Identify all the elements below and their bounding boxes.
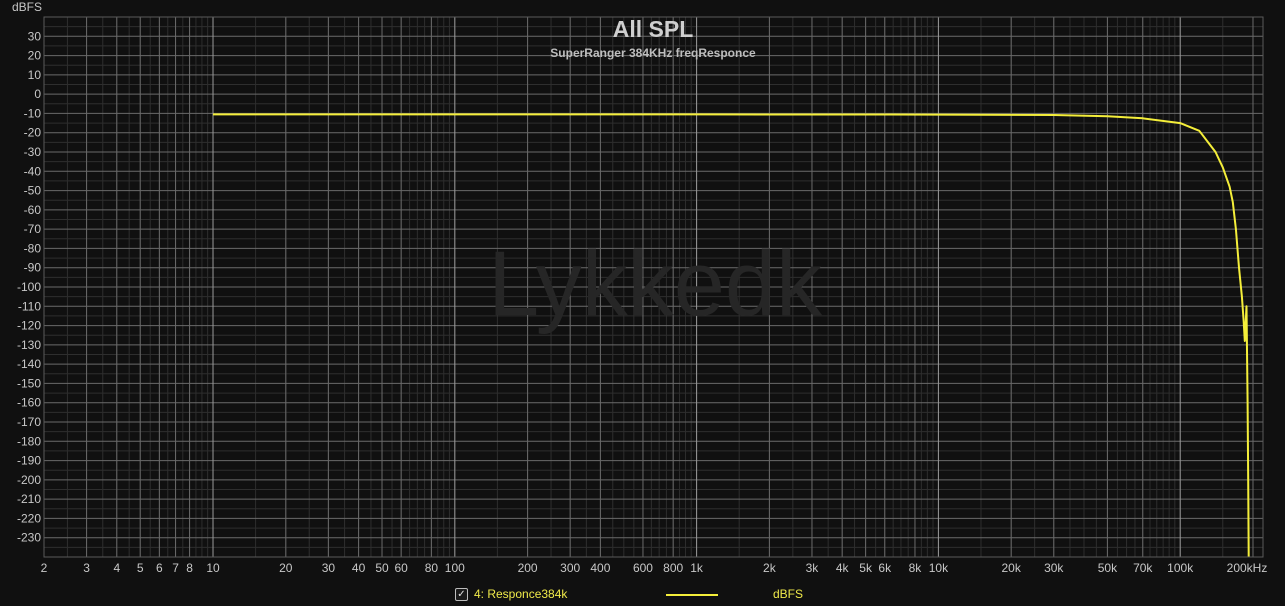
- x-tick-label: 100: [445, 561, 465, 575]
- y-tick-label: -40: [24, 164, 42, 178]
- y-tick-label: -200: [17, 473, 41, 487]
- y-tick-label: -70: [24, 222, 42, 236]
- y-tick-label: 0: [34, 87, 41, 101]
- legend-unit-label: dBFS: [773, 587, 804, 601]
- y-tick-label: -130: [17, 338, 41, 352]
- y-tick-label: 30: [28, 29, 42, 43]
- series-toggle-checkbox[interactable]: ✓: [455, 588, 468, 601]
- x-tick-label: 4: [113, 561, 120, 575]
- y-tick-label: 20: [28, 49, 42, 63]
- y-tick-labels: 30 20 10 0 -10 -20 -30 -40 -50 -60 -70 -80 -90 -100 -1…: [17, 29, 41, 544]
- y-tick-label: -150: [17, 376, 41, 390]
- y-tick-label: -120: [17, 319, 41, 333]
- x-tick-label: 70k: [1133, 561, 1153, 575]
- x-tick-label: 6: [156, 561, 163, 575]
- watermark: Lykkedk: [488, 233, 823, 335]
- y-tick-label: 10: [28, 68, 42, 82]
- x-tick-label: 30k: [1044, 561, 1064, 575]
- x-tick-label: 4k: [836, 561, 850, 575]
- x-tick-label: 400: [590, 561, 610, 575]
- y-tick-label: -180: [17, 434, 41, 448]
- legend-line-swatch: [666, 594, 718, 596]
- y-tick-label: -160: [17, 396, 41, 410]
- y-tick-label: -10: [24, 106, 42, 120]
- legend-series-label: 4: Responce384k: [474, 587, 568, 601]
- y-tick-label: -80: [24, 241, 42, 255]
- x-tick-label: 40: [352, 561, 366, 575]
- x-tick-label: 20k: [1002, 561, 1022, 575]
- x-tick-label: 1k: [690, 561, 704, 575]
- frequency-response-chart: Lykkedk All SPL SuperRanger 384KHz freqR…: [12, 0, 1268, 575]
- x-tick-label: 2: [41, 561, 48, 575]
- x-tick-label: 60: [394, 561, 408, 575]
- legend: ✓ 4: Responce384k dBFS: [0, 584, 1285, 606]
- x-tick-label: 3k: [806, 561, 820, 575]
- y-tick-label: -190: [17, 454, 41, 468]
- x-tick-label: 200: [518, 561, 538, 575]
- x-tick-label: 3: [83, 561, 90, 575]
- y-tick-label: -110: [18, 299, 41, 313]
- x-tick-label: 20: [279, 561, 293, 575]
- y-tick-label: -170: [17, 415, 41, 429]
- x-tick-label: 8k: [909, 561, 923, 575]
- y-tick-label: -50: [24, 184, 42, 198]
- x-tick-label: 7: [172, 561, 179, 575]
- x-tick-label: 6k: [878, 561, 892, 575]
- y-tick-label: -20: [24, 126, 42, 140]
- chart-title: All SPL: [613, 16, 694, 42]
- y-tick-label: -90: [24, 261, 42, 275]
- x-tick-label: 10k: [929, 561, 949, 575]
- x-tick-label: 600: [633, 561, 653, 575]
- x-tick-label: 5k: [859, 561, 873, 575]
- x-tick-label: 100k: [1167, 561, 1194, 575]
- chart-subtitle: SuperRanger 384KHz freqResponce: [550, 46, 756, 60]
- x-tick-label: 5: [137, 561, 144, 575]
- x-tick-label: 10: [206, 561, 220, 575]
- x-tick-label: 30: [322, 561, 336, 575]
- y-tick-label: -230: [17, 531, 41, 545]
- y-tick-label: -100: [17, 280, 41, 294]
- x-tick-labels: 2 3 4 5 6 7 8 10 20 30 40 50 60 80 100 200 300 400 600 800 1…: [41, 561, 1268, 575]
- x-tick-label: 200kHz: [1227, 561, 1268, 575]
- y-axis-label: dBFS: [12, 0, 42, 14]
- y-tick-label: -60: [24, 203, 42, 217]
- x-tick-label: 8: [186, 561, 193, 575]
- x-tick-label: 2k: [763, 561, 777, 575]
- y-tick-label: -30: [24, 145, 42, 159]
- x-tick-label: 50k: [1098, 561, 1118, 575]
- x-tick-label: 50: [375, 561, 389, 575]
- x-tick-label: 80: [425, 561, 439, 575]
- x-tick-label: 300: [560, 561, 580, 575]
- y-tick-label: -220: [17, 511, 41, 525]
- x-tick-label: 800: [663, 561, 683, 575]
- y-tick-label: -210: [17, 492, 41, 506]
- y-tick-label: -140: [17, 357, 41, 371]
